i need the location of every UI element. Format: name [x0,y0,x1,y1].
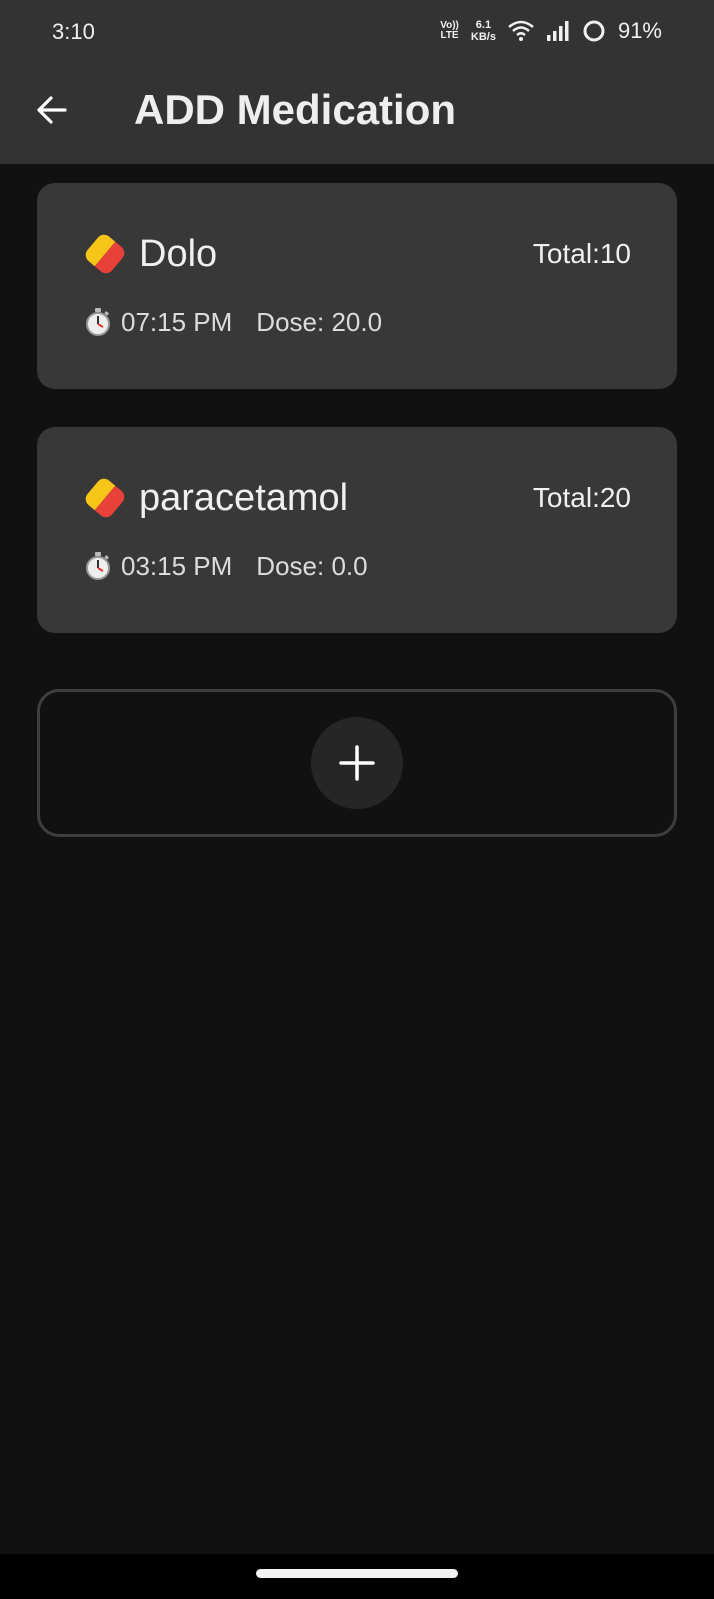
medication-total: Total:10 [532,238,631,269]
signal-icon [546,21,569,41]
medication-name: Dolo [139,232,218,275]
medication-total: Total:20 [532,482,631,513]
status-bar: 3:10 Vo)) LTE 6.1 KB/s 91% [0,0,714,64]
wifi-icon [508,20,534,41]
pill-icon [85,478,125,518]
app-bar: ADD Medication [0,64,714,164]
medication-details: 03:15 PM Dose: 0.0 [83,549,368,583]
medication-header: Dolo Total:10 [83,229,631,279]
medication-name-group: Dolo [83,232,217,276]
volte-icon: Vo)) LTE [440,21,459,41]
medication-name-group: paracetamol [83,476,348,520]
navigation-bar [0,1554,714,1599]
stopwatch-icon [86,308,110,336]
medication-dose: Dose: 0.0 [256,550,368,581]
medication-name: paracetamol [139,476,349,519]
status-icons: Vo)) LTE 6.1 KB/s 91% [440,16,662,46]
add-medication-box[interactable] [37,689,677,837]
add-medication-button[interactable] [311,717,403,809]
medication-card[interactable]: paracetamol Total:20 03:15 PM Dose: 0.0 [37,427,677,633]
medication-card[interactable]: Dolo Total:10 07:15 PM Dose: 20.0 [37,183,677,389]
back-button[interactable] [26,84,78,136]
battery-percentage: 91% [617,18,662,43]
network-speed-value: 6.1 [475,19,492,31]
network-speed-unit: KB/s [470,31,496,43]
medication-dose: Dose: 20.0 [256,306,383,337]
medication-time: 03:15 PM [121,550,233,581]
arrow-left-icon [37,96,67,124]
stopwatch-icon [86,552,110,580]
network-speed: 6.1 KB/s [471,19,496,43]
volte-bottom-text: LTE [440,30,459,41]
medication-header: paracetamol Total:20 [83,473,631,523]
plus-icon [339,745,375,781]
medication-time: 07:15 PM [121,306,233,337]
medication-details: 07:15 PM Dose: 20.0 [83,305,382,339]
pill-icon [85,234,125,274]
page-title: ADD Medication [134,86,457,133]
home-indicator[interactable] [256,1569,458,1578]
battery-icon [583,20,605,42]
status-time: 3:10 [52,19,95,44]
